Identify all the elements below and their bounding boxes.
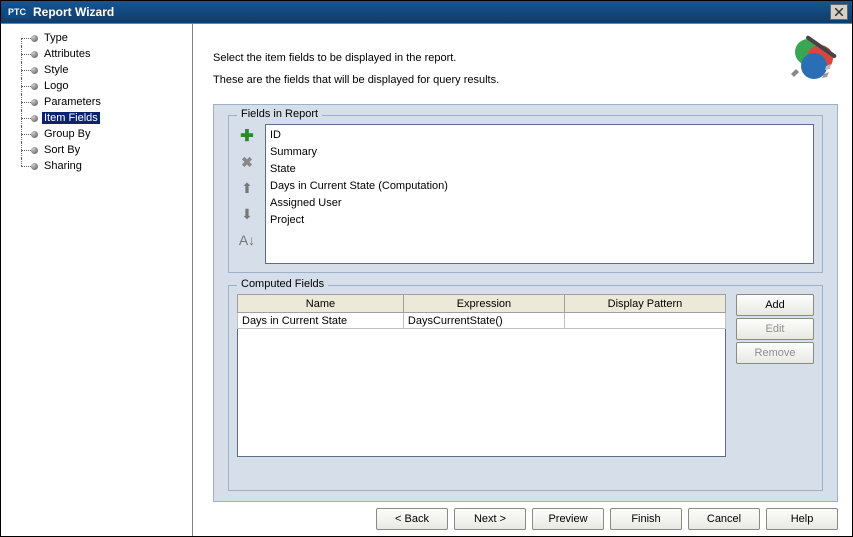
remove-computed-button[interactable]: Remove: [736, 342, 814, 364]
wizard-button-bar: < Back Next > Preview Finish Cancel Help: [193, 502, 852, 536]
field-list-item[interactable]: Assigned User: [270, 195, 809, 212]
bullet-icon: [31, 67, 38, 74]
close-button[interactable]: [830, 4, 848, 20]
cell-expression: DaysCurrentState(): [403, 313, 564, 329]
cancel-button[interactable]: Cancel: [688, 508, 760, 530]
column-name[interactable]: Name: [238, 295, 404, 313]
add-field-button[interactable]: ✚: [239, 128, 255, 144]
move-up-button[interactable]: ⬆: [239, 180, 255, 196]
sidebar-item-label: Style: [42, 64, 70, 76]
tree-connector: [13, 110, 31, 126]
sidebar-item-style[interactable]: Style: [13, 62, 188, 78]
main-body: Fields in Report ✚ ✖ ⬆: [213, 104, 838, 502]
header-instruction: Select the item fields to be displayed i…: [213, 52, 776, 64]
computed-table-wrap: Name Expression Display Pattern Days in …: [237, 294, 726, 457]
bullet-icon: [31, 83, 38, 90]
sidebar-item-label: Item Fields: [42, 112, 100, 124]
arrow-down-icon: ⬇: [241, 206, 253, 223]
close-icon: [835, 8, 843, 16]
sidebar-item-label: Parameters: [42, 96, 103, 108]
fields-in-report-group: Fields in Report ✚ ✖ ⬆: [228, 115, 823, 273]
table-row[interactable]: Days in Current StateDaysCurrentState(): [238, 313, 726, 329]
sidebar-item-label: Attributes: [42, 48, 92, 60]
cell-display-pattern: [564, 313, 725, 329]
content-area: Type Attributes Style Logo Parameters Item Fi…: [1, 23, 852, 536]
computed-table-empty-area[interactable]: [237, 329, 726, 457]
sort-fields-button[interactable]: A↓: [239, 232, 255, 248]
tree-connector: [13, 62, 31, 78]
wizard-steps-sidebar: Type Attributes Style Logo Parameters Item Fi…: [1, 24, 193, 536]
tree-connector: [13, 30, 31, 46]
field-tools: ✚ ✖ ⬆ ⬇ A↓: [237, 124, 257, 264]
bullet-icon: [31, 35, 38, 42]
field-list-item[interactable]: State: [270, 161, 809, 178]
arrow-up-icon: ⬆: [241, 180, 253, 197]
edit-computed-button[interactable]: Edit: [736, 318, 814, 340]
next-button[interactable]: Next >: [454, 508, 526, 530]
brand-badge: PTC: [5, 6, 29, 18]
header-text: Select the item fields to be displayed i…: [213, 34, 776, 96]
titlebar: PTC Report Wizard: [1, 1, 852, 23]
main-panel: Select the item fields to be displayed i…: [193, 24, 852, 536]
tree-connector: [13, 142, 31, 158]
sidebar-item-group-by[interactable]: Group By: [13, 126, 188, 142]
computed-fields-table[interactable]: Name Expression Display Pattern Days in …: [237, 294, 726, 329]
bullet-icon: [31, 51, 38, 58]
sidebar-item-logo[interactable]: Logo: [13, 78, 188, 94]
bullet-icon: [31, 147, 38, 154]
bullet-icon: [31, 115, 38, 122]
wizard-steps-tree: Type Attributes Style Logo Parameters Item Fi…: [5, 30, 188, 174]
main-header: Select the item fields to be displayed i…: [193, 24, 852, 104]
wizard-icon: [786, 34, 838, 86]
sidebar-item-parameters[interactable]: Parameters: [13, 94, 188, 110]
sidebar-item-item-fields[interactable]: Item Fields: [13, 110, 188, 126]
computed-buttons: Add Edit Remove: [736, 294, 814, 457]
sidebar-item-label: Group By: [42, 128, 92, 140]
field-list-item[interactable]: Project: [270, 212, 809, 229]
window-title: Report Wizard: [33, 5, 830, 19]
sidebar-item-label: Sort By: [42, 144, 82, 156]
back-button[interactable]: < Back: [376, 508, 448, 530]
sidebar-item-attributes[interactable]: Attributes: [13, 46, 188, 62]
tree-connector: [13, 78, 31, 94]
tree-connector: [13, 126, 31, 142]
x-icon: ✖: [241, 154, 253, 171]
tree-connector: [13, 46, 31, 62]
preview-button[interactable]: Preview: [532, 508, 604, 530]
remove-field-button[interactable]: ✖: [239, 154, 255, 170]
add-computed-button[interactable]: Add: [736, 294, 814, 316]
sidebar-item-sort-by[interactable]: Sort By: [13, 142, 188, 158]
fields-in-report-legend: Fields in Report: [237, 108, 322, 120]
sidebar-item-label: Sharing: [42, 160, 84, 172]
bullet-icon: [31, 131, 38, 138]
computed-fields-legend: Computed Fields: [237, 278, 328, 290]
fields-listbox[interactable]: IDSummaryStateDays in Current State (Com…: [265, 124, 814, 264]
field-list-item[interactable]: Days in Current State (Computation): [270, 178, 809, 195]
tree-connector: [13, 94, 31, 110]
finish-button[interactable]: Finish: [610, 508, 682, 530]
header-description: These are the fields that will be displa…: [213, 74, 776, 86]
sidebar-item-label: Type: [42, 32, 70, 44]
bullet-icon: [31, 99, 38, 106]
column-display-pattern[interactable]: Display Pattern: [564, 295, 725, 313]
tree-connector: [13, 158, 31, 174]
column-expression[interactable]: Expression: [403, 295, 564, 313]
bullet-icon: [31, 163, 38, 170]
computed-fields-group: Computed Fields Name Expression Display …: [228, 285, 823, 491]
field-list-item[interactable]: ID: [270, 127, 809, 144]
sidebar-item-sharing[interactable]: Sharing: [13, 158, 188, 174]
move-down-button[interactable]: ⬇: [239, 206, 255, 222]
sort-icon: A↓: [239, 232, 255, 248]
plus-icon: ✚: [240, 126, 253, 146]
report-wizard-window: PTC Report Wizard Type Attributes Style Log…: [0, 0, 853, 537]
sidebar-item-type[interactable]: Type: [13, 30, 188, 46]
field-list-item[interactable]: Summary: [270, 144, 809, 161]
sidebar-item-label: Logo: [42, 80, 70, 92]
help-button[interactable]: Help: [766, 508, 838, 530]
cell-name: Days in Current State: [238, 313, 404, 329]
